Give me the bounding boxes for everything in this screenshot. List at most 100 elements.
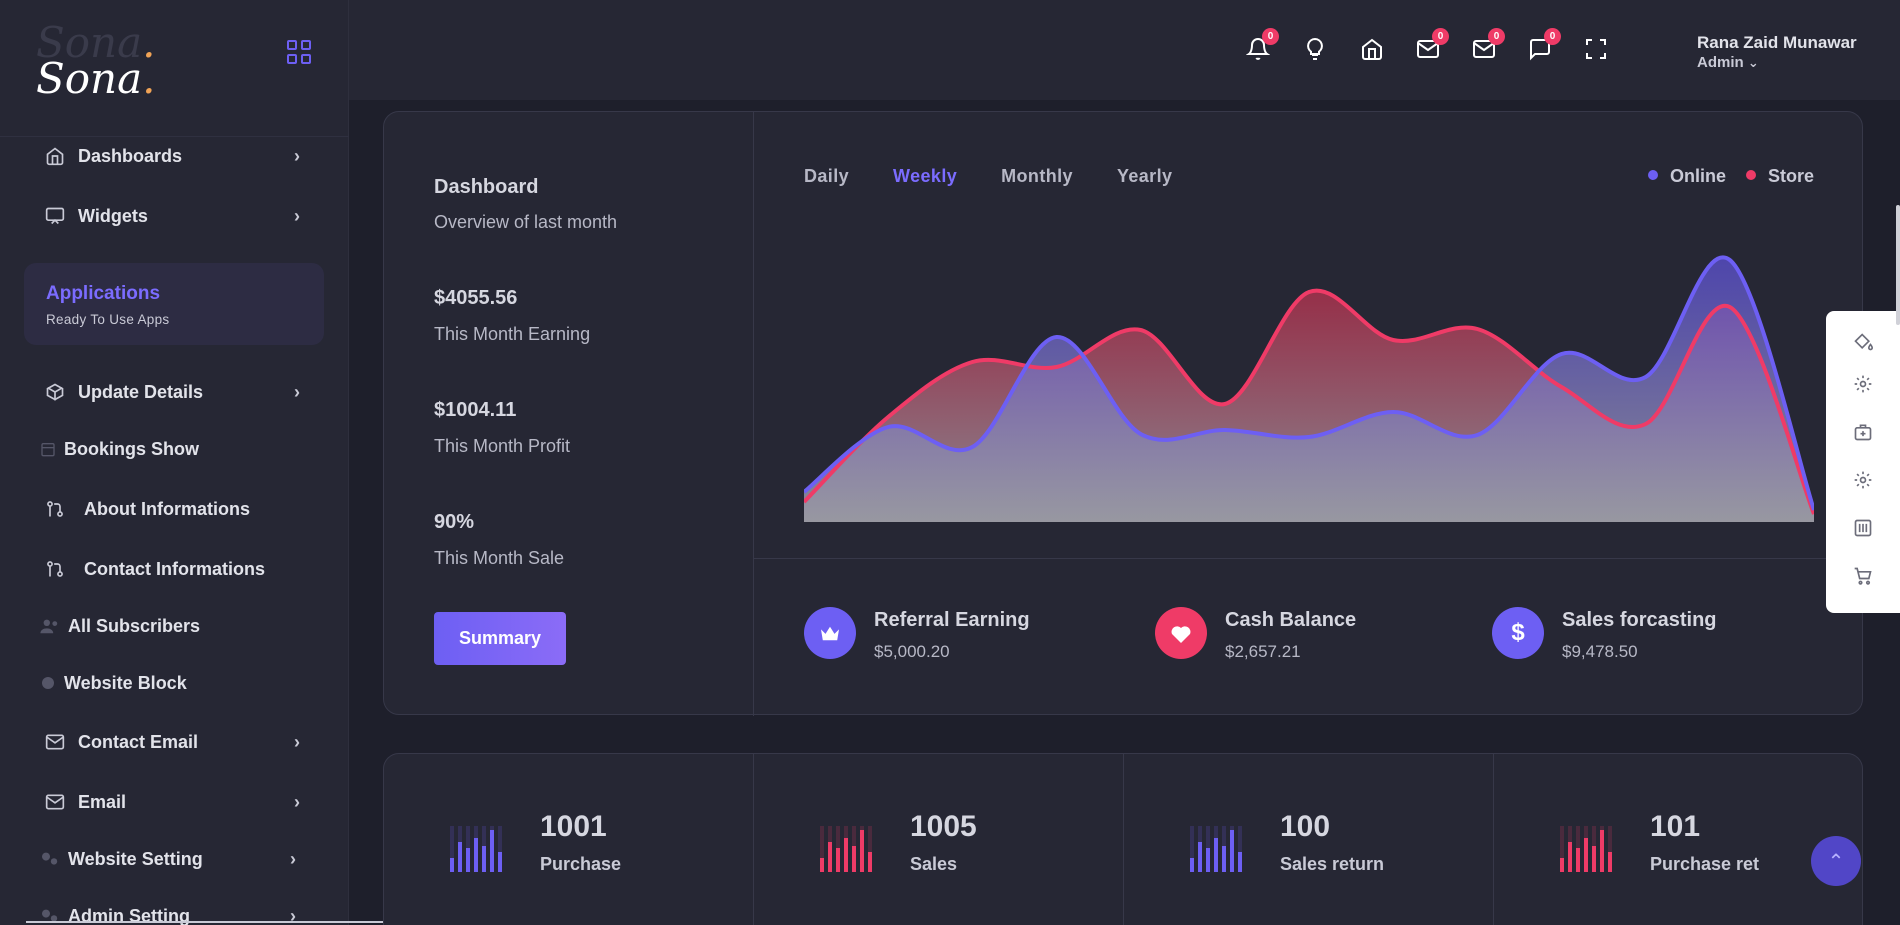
sidebar-item-label: Widgets — [78, 205, 148, 226]
chevron-right-icon: › — [294, 792, 300, 812]
sidebar-item-label: Dashboards — [78, 145, 183, 166]
overview-subtitle: Overview of last month — [434, 212, 618, 232]
inbox-mail-icon[interactable]: 0 — [1415, 28, 1449, 62]
mini-bar — [852, 846, 856, 872]
sidebar-item-label: Bookings Show — [64, 438, 199, 459]
notification-badge: 0 — [1262, 28, 1279, 45]
sliders-icon[interactable] — [1852, 517, 1874, 539]
stat-value: $5,000.20 — [874, 642, 950, 661]
kpi-number: 101 — [1650, 810, 1701, 843]
sidebar-item-all-subscribers[interactable]: All Subscribers — [40, 612, 310, 640]
bar-chart-icon — [450, 826, 502, 872]
gear-icon[interactable] — [1852, 469, 1874, 491]
fullscreen-icon[interactable] — [1583, 36, 1609, 62]
home-icon[interactable] — [1359, 36, 1385, 62]
brand-logo[interactable]: Sona. Sona. — [36, 22, 166, 114]
chevron-right-icon: › — [294, 382, 300, 402]
sidebar-item-dashboards[interactable]: Dashboards › — [44, 142, 314, 170]
mini-bar — [1214, 838, 1218, 872]
sidebar-divider — [0, 136, 349, 137]
scroll-to-top-button[interactable]: ⌃ — [1811, 836, 1861, 886]
sidebar-item-label: About Informations — [84, 498, 250, 519]
crown-icon — [804, 607, 856, 659]
mini-bar — [482, 846, 486, 872]
earning-label: This Month Earning — [434, 324, 591, 344]
home-icon — [44, 145, 66, 167]
sidebar-item-email[interactable]: Email › — [44, 788, 314, 816]
kpi-sales-return: 100 Sales return — [1124, 754, 1494, 925]
dollar-icon: $ — [1492, 607, 1544, 659]
sidebar-item-website-setting[interactable]: Website Setting › — [40, 845, 310, 873]
legend-label: Store — [1767, 166, 1814, 186]
bar-chart-icon — [1560, 826, 1612, 872]
mini-bar — [1592, 846, 1596, 872]
legend-label: Online — [1669, 166, 1726, 186]
gear-icon[interactable] — [1852, 373, 1874, 395]
earning-value: $4055.56 — [434, 287, 518, 309]
stat-sales-forecasting: $ Sales forcasting $9,478.50 — [1492, 607, 1717, 662]
mini-bar — [836, 848, 840, 872]
mini-bar — [1584, 838, 1588, 872]
sidebar-item-contact-email[interactable]: Contact Email › — [44, 728, 314, 756]
notification-badge: 0 — [1488, 28, 1505, 45]
legend-item-online[interactable]: Online — [1647, 166, 1726, 187]
paint-bucket-icon[interactable] — [1852, 331, 1874, 353]
sidebar-item-label: Website Setting — [68, 848, 203, 869]
profit-label: This Month Profit — [434, 436, 571, 456]
applications-box[interactable]: Applications Ready To Use Apps — [24, 263, 324, 345]
page-scrollbar-thumb[interactable] — [1896, 205, 1900, 325]
tab-weekly[interactable]: Weekly — [893, 166, 957, 187]
kpi-label: Sales — [910, 854, 958, 874]
tab-daily[interactable]: Daily — [804, 166, 849, 187]
kpi-label: Sales return — [1280, 854, 1385, 874]
logo-text: Sona. — [36, 54, 156, 103]
kpi-card: 1001 Purchase 1005 Sales 100 Sales retur… — [383, 753, 1863, 925]
sidebar-item-update-details[interactable]: Update Details › — [44, 378, 314, 406]
user-role-dropdown[interactable]: Admin ⌄ — [1697, 54, 1759, 71]
grid-menu-icon[interactable] — [287, 40, 311, 64]
tab-yearly[interactable]: Yearly — [1117, 166, 1172, 187]
sidebar-item-contact-informations[interactable]: Contact Informations — [44, 555, 314, 583]
kpi-label: Purchase ret — [1650, 854, 1760, 874]
calendar-icon — [40, 438, 56, 460]
top-header — [349, 0, 1900, 100]
medical-bag-icon[interactable] — [1852, 421, 1874, 443]
mini-bar — [1600, 830, 1604, 872]
mini-bar — [1238, 852, 1242, 872]
mini-bar — [844, 838, 848, 872]
chevron-right-icon: › — [294, 206, 300, 226]
cart-icon[interactable] — [1852, 565, 1874, 587]
sale-label: This Month Sale — [434, 548, 565, 568]
mini-bar — [1608, 852, 1612, 872]
sidebar-item-about-informations[interactable]: About Informations — [44, 495, 314, 523]
bell-icon[interactable]: 0 — [1245, 28, 1279, 62]
sidebar-item-website-block[interactable]: Website Block — [40, 669, 310, 697]
period-tabs: Daily Weekly Monthly Yearly — [804, 166, 1172, 187]
sidebar-item-widgets[interactable]: Widgets › — [44, 202, 314, 230]
legend-dot — [1647, 169, 1658, 180]
overview-summary-column: Dashboard Overview of last month $4055.5… — [384, 112, 754, 716]
git-pull-icon — [44, 498, 66, 520]
legend-item-store[interactable]: Store — [1745, 166, 1814, 187]
summary-button[interactable]: Summary — [434, 612, 566, 665]
applications-title: Applications — [46, 283, 161, 304]
mail-icon — [44, 731, 66, 753]
mini-bar — [1560, 858, 1564, 872]
mini-bar — [466, 848, 470, 872]
notification-badge: 0 — [1544, 28, 1561, 45]
sidebar-item-label: All Subscribers — [68, 615, 201, 636]
stat-title: Sales forcasting — [1562, 609, 1717, 631]
sidebar-scrollbar[interactable] — [26, 921, 420, 923]
applications-subtitle: Ready To Use Apps — [46, 312, 170, 327]
tab-monthly[interactable]: Monthly — [1001, 166, 1073, 187]
mini-bar — [498, 852, 502, 872]
user-name[interactable]: Rana Zaid Munawar — [1697, 33, 1857, 53]
chart-legend: Online Store — [1647, 166, 1814, 187]
kpi-number: 1001 — [540, 810, 607, 843]
mail-icon[interactable]: 0 — [1471, 28, 1505, 62]
sidebar-item-bookings-show[interactable]: Bookings Show — [40, 435, 310, 463]
sidebar: Sona. Sona. Dashboards › Widgets › Appli… — [0, 0, 420, 925]
chat-icon[interactable]: 0 — [1527, 28, 1561, 62]
lightbulb-icon[interactable] — [1302, 36, 1328, 62]
notification-badge: 0 — [1432, 28, 1449, 45]
